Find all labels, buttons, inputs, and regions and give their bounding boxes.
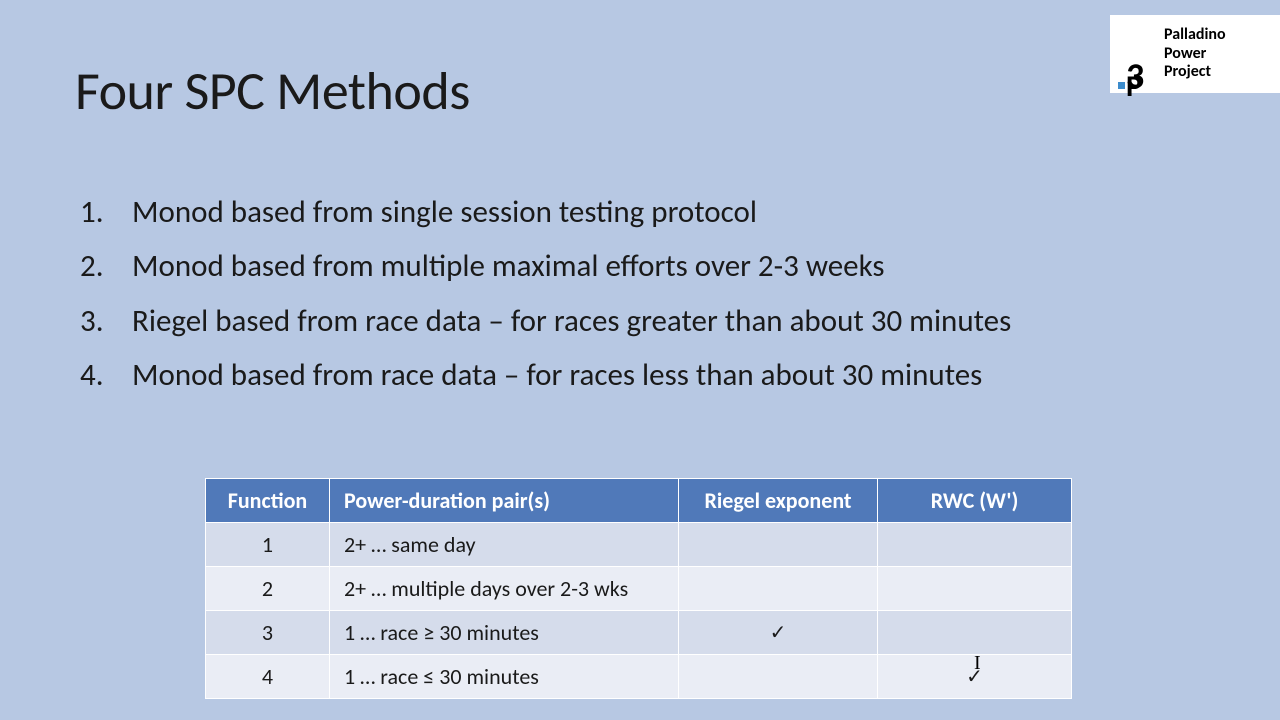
cell-pd: 2+ … same day xyxy=(330,523,679,567)
cell-rwc xyxy=(878,611,1072,655)
logo-line-3: Project xyxy=(1164,63,1226,81)
cell-fn: 1 xyxy=(206,523,330,567)
cell-rwc xyxy=(878,567,1072,611)
cell-re xyxy=(679,567,878,611)
list-item: 3. Riegel based from race data – for rac… xyxy=(80,294,1210,348)
col-function: Function xyxy=(206,479,330,523)
brand-logo: 3 P Palladino Power Project xyxy=(1110,15,1280,93)
slide: 3 P Palladino Power Project Four SPC Met… xyxy=(0,0,1280,720)
list-number: 3. xyxy=(80,294,132,348)
col-rwc: RWC (W') xyxy=(878,479,1072,523)
logo-mark-bottom: P xyxy=(1126,72,1142,102)
table-row: 4 1 … race ≤ 30 minutes ✓ xyxy=(206,655,1072,699)
list-text: Monod based from race data – for races l… xyxy=(132,348,1210,402)
table-row: 1 2+ … same day xyxy=(206,523,1072,567)
cell-rwc xyxy=(878,523,1072,567)
cell-fn: 3 xyxy=(206,611,330,655)
list-item: 1. Monod based from single session testi… xyxy=(80,185,1210,239)
col-power-duration: Power-duration pair(s) xyxy=(330,479,679,523)
cell-fn: 4 xyxy=(206,655,330,699)
logo-line-2: Power xyxy=(1164,45,1226,63)
list-item: 4. Monod based from race data – for race… xyxy=(80,348,1210,402)
cell-pd: 1 … race ≤ 30 minutes xyxy=(330,655,679,699)
cell-re xyxy=(679,655,878,699)
list-number: 4. xyxy=(80,348,132,402)
methods-table: Function Power-duration pair(s) Riegel e… xyxy=(205,478,1072,699)
list-number: 2. xyxy=(80,239,132,293)
slide-title: Four SPC Methods xyxy=(75,58,470,124)
table-row: 3 1 … race ≥ 30 minutes ✓ xyxy=(206,611,1072,655)
table-header-row: Function Power-duration pair(s) Riegel e… xyxy=(206,479,1072,523)
table-row: 2 2+ … multiple days over 2-3 wks xyxy=(206,567,1072,611)
list-text: Riegel based from race data – for races … xyxy=(132,294,1210,348)
cell-pd: 1 … race ≥ 30 minutes xyxy=(330,611,679,655)
list-number: 1. xyxy=(80,185,132,239)
text-cursor-icon: I xyxy=(974,652,981,675)
logo-dot-icon xyxy=(1118,82,1125,89)
cell-fn: 2 xyxy=(206,567,330,611)
logo-line-1: Palladino xyxy=(1164,26,1226,44)
check-icon: ✓ xyxy=(679,611,878,655)
col-riegel: Riegel exponent xyxy=(679,479,878,523)
methods-list: 1. Monod based from single session testi… xyxy=(80,185,1210,402)
logo-text: Palladino Power Project xyxy=(1164,26,1226,81)
list-item: 2. Monod based from multiple maximal eff… xyxy=(80,239,1210,293)
list-text: Monod based from multiple maximal effort… xyxy=(132,239,1210,293)
cell-re xyxy=(679,523,878,567)
cell-pd: 2+ … multiple days over 2-3 wks xyxy=(330,567,679,611)
list-text: Monod based from single session testing … xyxy=(132,185,1210,239)
